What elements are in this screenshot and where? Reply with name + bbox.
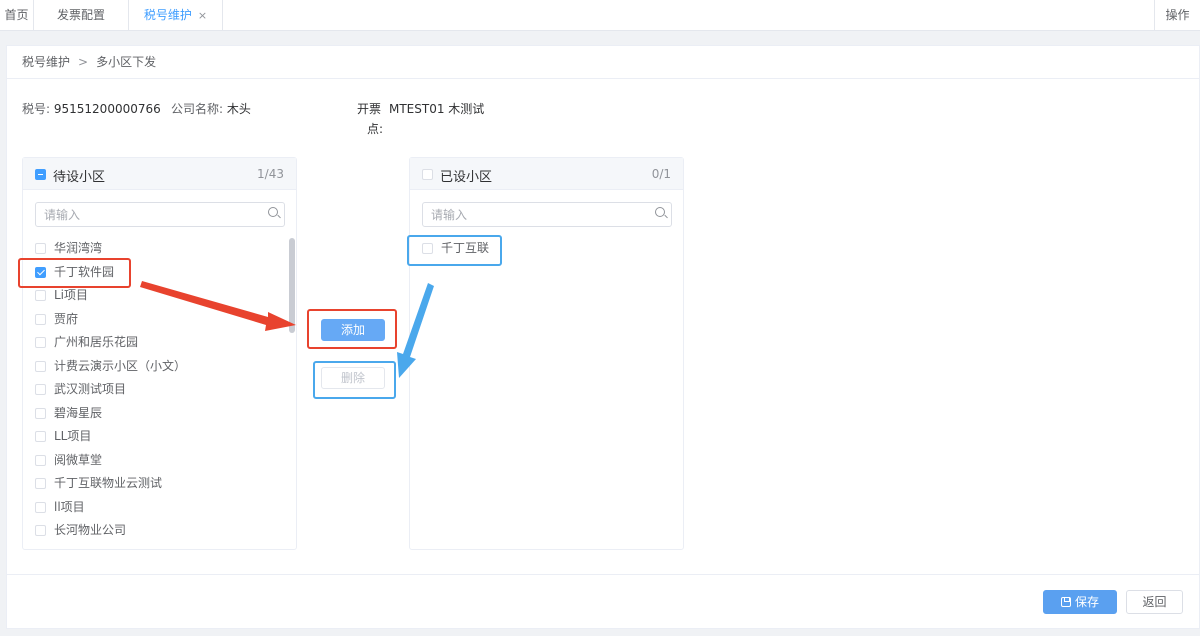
- annotation-box-red: [18, 258, 131, 288]
- breadcrumb-parent[interactable]: 税号维护: [22, 55, 70, 69]
- item-label: LL项目: [54, 429, 92, 443]
- breadcrumb-separator: >: [78, 55, 89, 69]
- item-label: 广州和居乐花园: [54, 335, 139, 349]
- company-name-field: 公司名称: 木头: [171, 99, 251, 119]
- pending-panel-count: 1/43: [257, 167, 284, 181]
- item-checkbox[interactable]: [35, 478, 46, 489]
- item-checkbox[interactable]: [35, 384, 46, 395]
- list-item[interactable]: 碧海星辰: [23, 403, 283, 423]
- item-checkbox[interactable]: [35, 360, 46, 372]
- item-label: 长河物业公司: [54, 523, 127, 537]
- pending-communities-panel: 待设小区 1/43 华润湾湾千丁软件园Li项目贾府广州和居乐花园计费云演示小区（…: [22, 157, 297, 550]
- assigned-panel-title: 已设小区: [440, 170, 493, 185]
- item-label: 千丁互联物业云测试: [54, 476, 163, 490]
- item-label: 武汉测试项目: [54, 382, 127, 396]
- tab-home-label: 首页: [4, 8, 29, 22]
- list-item[interactable]: 阅微草堂: [23, 450, 283, 470]
- item-checkbox[interactable]: [35, 525, 46, 536]
- tax-number-field: 税号: 95151200000766: [22, 99, 161, 119]
- list-item[interactable]: 计费云演示小区（小文）: [23, 356, 283, 376]
- item-label: 华润湾湾: [54, 241, 103, 255]
- close-icon[interactable]: ×: [198, 9, 207, 22]
- save-button[interactable]: 保存: [1043, 590, 1117, 614]
- tax-number-value: 95151200000766: [53, 102, 161, 116]
- item-checkbox[interactable]: [35, 431, 46, 442]
- item-checkbox[interactable]: [35, 313, 46, 325]
- tab-invoice-config-label: 发票配置: [56, 8, 105, 22]
- invoice-point-label-line1: 开票: [357, 102, 382, 116]
- item-label: 碧海星辰: [54, 405, 103, 420]
- item-checkbox[interactable]: [35, 337, 46, 348]
- scrollbar[interactable]: [289, 238, 295, 333]
- list-item[interactable]: 武汉测试项目: [23, 379, 283, 399]
- select-all-checkbox[interactable]: [35, 169, 46, 180]
- pending-panel-header: 待设小区 1/43: [23, 158, 296, 190]
- save-icon: [1060, 597, 1071, 607]
- item-checkbox[interactable]: [35, 501, 46, 513]
- tab-invoice-config[interactable]: 发票配置: [34, 0, 129, 31]
- list-item[interactable]: LL项目: [23, 426, 283, 446]
- pending-search-input[interactable]: [35, 202, 285, 227]
- breadcrumb: 税号维护 > 多小区下发: [7, 46, 1199, 79]
- invoice-point-label: 开票 点:: [357, 99, 383, 139]
- main-card: 税号维护 > 多小区下发 税号: 95151200000766 公司名称: 木头 开…: [6, 45, 1200, 629]
- invoice-point-label-line2: 点:: [367, 122, 384, 136]
- tab-tax-maintenance-label: 税号维护: [143, 8, 192, 22]
- list-item[interactable]: 贾府: [23, 309, 283, 329]
- tab-home[interactable]: 首页: [0, 0, 34, 31]
- company-name-value: 木头: [226, 102, 251, 116]
- search-icon[interactable]: [655, 207, 665, 217]
- assigned-panel-count: 0/1: [651, 167, 671, 181]
- tab-tax-maintenance[interactable]: 税号维护 ×: [129, 0, 223, 31]
- tab-bar: 首页 发票配置 税号维护 × 操作: [0, 0, 1200, 31]
- item-checkbox[interactable]: [35, 290, 46, 301]
- item-label: 贾府: [54, 311, 79, 326]
- operations-menu[interactable]: 操作: [1154, 0, 1200, 31]
- back-button[interactable]: 返回: [1126, 590, 1183, 614]
- assigned-search-input[interactable]: [422, 202, 672, 227]
- tax-number-label: 税号:: [22, 102, 51, 116]
- item-checkbox[interactable]: [35, 454, 46, 466]
- list-item[interactable]: 华润湾湾: [23, 238, 283, 258]
- item-checkbox[interactable]: [35, 407, 46, 419]
- annotation-box-blue: [313, 361, 396, 399]
- list-item[interactable]: ll项目: [23, 497, 283, 517]
- invoice-point-value: MTEST01 木测试: [389, 102, 485, 116]
- save-button-label: 保存: [1074, 595, 1099, 609]
- assigned-communities-panel: 已设小区 0/1 千丁互联: [409, 157, 684, 550]
- list-item[interactable]: 广州和居乐花园: [23, 332, 283, 352]
- list-item[interactable]: 长河物业公司: [23, 520, 283, 540]
- item-label: 阅微草堂: [54, 452, 103, 467]
- footer-divider: [7, 574, 1199, 575]
- item-label: ll项目: [54, 499, 85, 514]
- annotation-box-red: [307, 309, 397, 349]
- search-icon[interactable]: [268, 207, 278, 217]
- annotation-box-blue: [407, 235, 502, 266]
- breadcrumb-current: 多小区下发: [96, 55, 157, 69]
- item-label: 计费云演示小区（小文）: [54, 358, 187, 373]
- assigned-panel-header: 已设小区 0/1: [410, 158, 683, 190]
- list-item[interactable]: 千丁互联物业云测试: [23, 473, 283, 493]
- select-all-checkbox[interactable]: [422, 169, 433, 180]
- item-label: Li项目: [54, 288, 89, 302]
- company-name-label: 公司名称:: [171, 102, 224, 116]
- list-item[interactable]: Li项目: [23, 285, 283, 305]
- item-checkbox[interactable]: [35, 243, 46, 254]
- pending-panel-title: 待设小区: [53, 170, 106, 185]
